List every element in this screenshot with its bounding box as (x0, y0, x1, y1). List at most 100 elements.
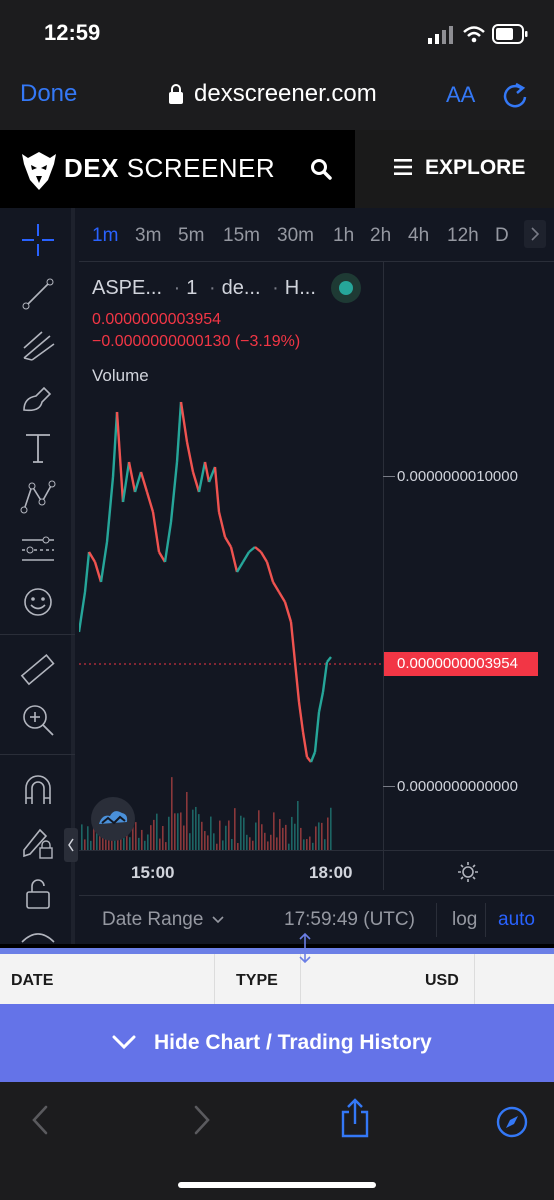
timeframe-1m[interactable]: 1m (92, 225, 118, 247)
brush-icon[interactable] (20, 380, 56, 416)
ruler-icon[interactable] (20, 652, 56, 688)
timeframe-3m[interactable]: 3m (135, 225, 161, 247)
volume-bar (174, 813, 176, 850)
volume-bar (315, 826, 317, 850)
utc-clock[interactable]: 17:59:49 (UTC) (284, 909, 415, 931)
current-price-tag: 0.0000000003954 (384, 652, 538, 676)
url-bar[interactable]: dexscreener.com (194, 80, 377, 108)
market-status-icon (331, 273, 361, 303)
resize-handle-icon[interactable] (296, 932, 314, 964)
search-icon[interactable] (310, 158, 332, 180)
price-axis-label: 0.0000000010000 (397, 468, 518, 485)
lock-drawings-icon[interactable] (20, 824, 56, 860)
collapse-toolbar-icon[interactable] (64, 828, 78, 862)
price-segment (271, 581, 281, 593)
emoji-icon[interactable] (20, 584, 56, 620)
column-divider (214, 954, 215, 1004)
volume-bar (84, 839, 86, 850)
unlock-icon[interactable] (20, 876, 56, 912)
volume-bar (306, 839, 308, 850)
price-segment (309, 751, 317, 763)
volume-bar (249, 837, 251, 850)
reader-aa-button[interactable]: AA (446, 82, 475, 108)
price-segment (169, 461, 179, 523)
volume-bar (312, 842, 314, 850)
price-segment (235, 561, 245, 573)
trend-line-icon[interactable] (20, 276, 56, 312)
auto-scale-toggle[interactable]: auto (498, 909, 535, 931)
price-segment (105, 476, 115, 543)
volume-bar (87, 826, 89, 850)
tradingview-logo-icon[interactable] (90, 796, 136, 842)
volume-bar (171, 777, 173, 850)
lock-icon (169, 84, 183, 104)
legend-change: −0.0000000000130 (−3.19%) (92, 333, 301, 350)
price-segment (197, 461, 207, 493)
price-axis-divider (383, 262, 384, 890)
column-header-usd[interactable]: USD (425, 972, 459, 990)
share-icon[interactable] (340, 1098, 370, 1138)
volume-bar (162, 825, 164, 850)
price-segment (289, 621, 297, 663)
column-header-type[interactable]: TYPE (236, 972, 278, 990)
volume-bar (180, 812, 182, 850)
volume-bar (183, 825, 185, 850)
volume-bar (201, 821, 203, 850)
forward-icon[interactable] (190, 1104, 212, 1136)
price-segment (203, 461, 211, 483)
volume-bar (204, 831, 206, 850)
cellular-signal-icon (428, 26, 453, 44)
timeframe-scroll-icon[interactable] (524, 220, 546, 248)
crosshair-icon[interactable] (20, 222, 56, 258)
timeframe-5m[interactable]: 5m (178, 225, 204, 247)
price-segment (179, 401, 189, 443)
volume-bar (156, 813, 158, 850)
price-axis-label: 0.0000000000000 (397, 778, 518, 795)
chevron-down-icon (212, 916, 224, 924)
price-segment (151, 511, 161, 553)
text-tool-icon[interactable] (20, 430, 56, 466)
pattern-icon[interactable] (20, 480, 56, 516)
controls-divider (436, 903, 437, 937)
volume-bar (90, 840, 92, 850)
column-header-date[interactable]: DATE (11, 972, 53, 990)
timeframe-4h[interactable]: 4h (408, 225, 429, 247)
reload-icon[interactable] (500, 80, 530, 110)
volume-bar (303, 839, 305, 850)
compass-icon[interactable] (496, 1106, 528, 1138)
volume-bar (240, 815, 242, 850)
volume-bar (246, 834, 248, 850)
price-segment (121, 461, 131, 503)
volume-bar (231, 838, 233, 850)
price-segment (145, 491, 155, 513)
date-range-button[interactable]: Date Range (102, 909, 203, 931)
timeframe-d[interactable]: D (495, 225, 509, 247)
volume-bar (267, 841, 269, 850)
volume-bar (297, 800, 299, 850)
volume-bar (285, 824, 287, 850)
timeframe-15m[interactable]: 15m (223, 225, 260, 247)
volume-bar (219, 820, 221, 850)
chart-settings-icon[interactable] (456, 860, 480, 884)
log-scale-toggle[interactable]: log (452, 909, 477, 931)
pitchfork-icon[interactable] (20, 328, 56, 364)
back-icon[interactable] (30, 1104, 52, 1136)
timeframe-12h[interactable]: 12h (447, 225, 479, 247)
timeframe-30m[interactable]: 30m (277, 225, 314, 247)
timeframe-2h[interactable]: 2h (370, 225, 391, 247)
price-segment (229, 546, 239, 573)
volume-bar (213, 833, 215, 850)
volume-bar (258, 810, 260, 850)
price-segment (79, 591, 87, 633)
forecast-icon[interactable] (20, 532, 56, 568)
price-segment (163, 521, 173, 563)
timeframe-1h[interactable]: 1h (333, 225, 354, 247)
eye-icon[interactable] (20, 926, 56, 944)
zoom-in-icon[interactable] (20, 702, 56, 738)
done-button[interactable]: Done (20, 80, 77, 108)
magnet-icon[interactable] (20, 772, 56, 808)
chart-legend[interactable]: ASPE... · 1 · de... · H... (92, 277, 316, 300)
menu-icon (394, 159, 412, 175)
legend-symbol: ASPE... (92, 277, 163, 299)
legend-exchange: de... (221, 277, 261, 299)
